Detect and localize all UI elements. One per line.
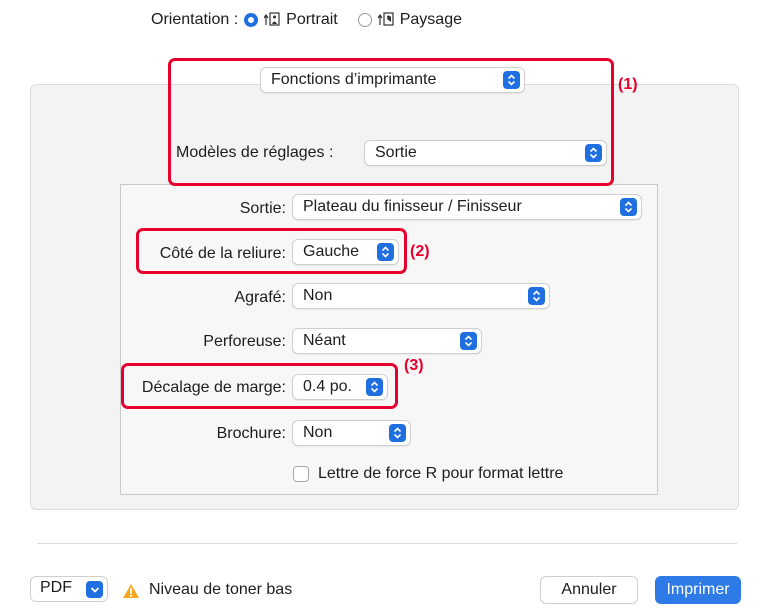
callout-2: (2)	[410, 243, 430, 260]
portrait-label[interactable]: Portrait	[286, 10, 338, 30]
staple-value: Non	[303, 287, 333, 304]
field-label-sortie: Sortie:	[239, 200, 286, 217]
punch-value: Néant	[303, 332, 346, 349]
force-r-letter-label: Lettre de force R pour format lettre	[318, 465, 564, 482]
sortie-popup[interactable]: Plateau du finisseur / Finisseur	[292, 194, 642, 220]
landscape-orientation-icon	[377, 11, 394, 29]
callout-1: (1)	[618, 76, 638, 93]
portrait-radio[interactable]	[244, 13, 259, 27]
warning-icon	[122, 583, 140, 604]
footer-divider	[37, 543, 737, 544]
punch-popup[interactable]: Néant	[292, 328, 482, 354]
force-r-letter-checkbox[interactable]	[293, 466, 309, 482]
updown-arrows-icon	[620, 198, 637, 216]
chevron-down-icon	[86, 581, 103, 598]
portrait-orientation-icon	[263, 11, 280, 29]
updown-arrows-icon	[460, 332, 477, 350]
callout-3: (3)	[404, 357, 424, 374]
updown-arrows-icon	[389, 424, 406, 442]
orientation-row: Orientation : Portrait Paysage	[151, 10, 462, 30]
annotation-box-2	[136, 228, 407, 274]
orientation-label: Orientation :	[151, 11, 239, 28]
force-r-letter-option[interactable]: Lettre de force R pour format lettre	[293, 464, 563, 484]
field-label-booklet: Brochure:	[216, 425, 286, 442]
annotation-box-1	[168, 58, 614, 186]
staple-popup[interactable]: Non	[292, 283, 550, 309]
booklet-popup[interactable]: Non	[292, 420, 411, 446]
annotation-box-3	[121, 363, 398, 409]
booklet-value: Non	[303, 424, 333, 441]
landscape-radio[interactable]	[357, 13, 372, 27]
sortie-value: Plateau du finisseur / Finisseur	[303, 198, 522, 215]
toner-warning-text: Niveau de toner bas	[149, 581, 293, 598]
field-label-staple: Agrafé:	[234, 289, 286, 306]
pdf-menu-button[interactable]: PDF	[30, 576, 108, 602]
landscape-label[interactable]: Paysage	[400, 10, 462, 30]
updown-arrows-icon	[528, 287, 545, 305]
field-label-punch: Perforeuse:	[203, 333, 286, 350]
cancel-button[interactable]: Annuler	[540, 576, 638, 604]
pdf-label: PDF	[40, 579, 72, 596]
print-button[interactable]: Imprimer	[655, 576, 741, 604]
